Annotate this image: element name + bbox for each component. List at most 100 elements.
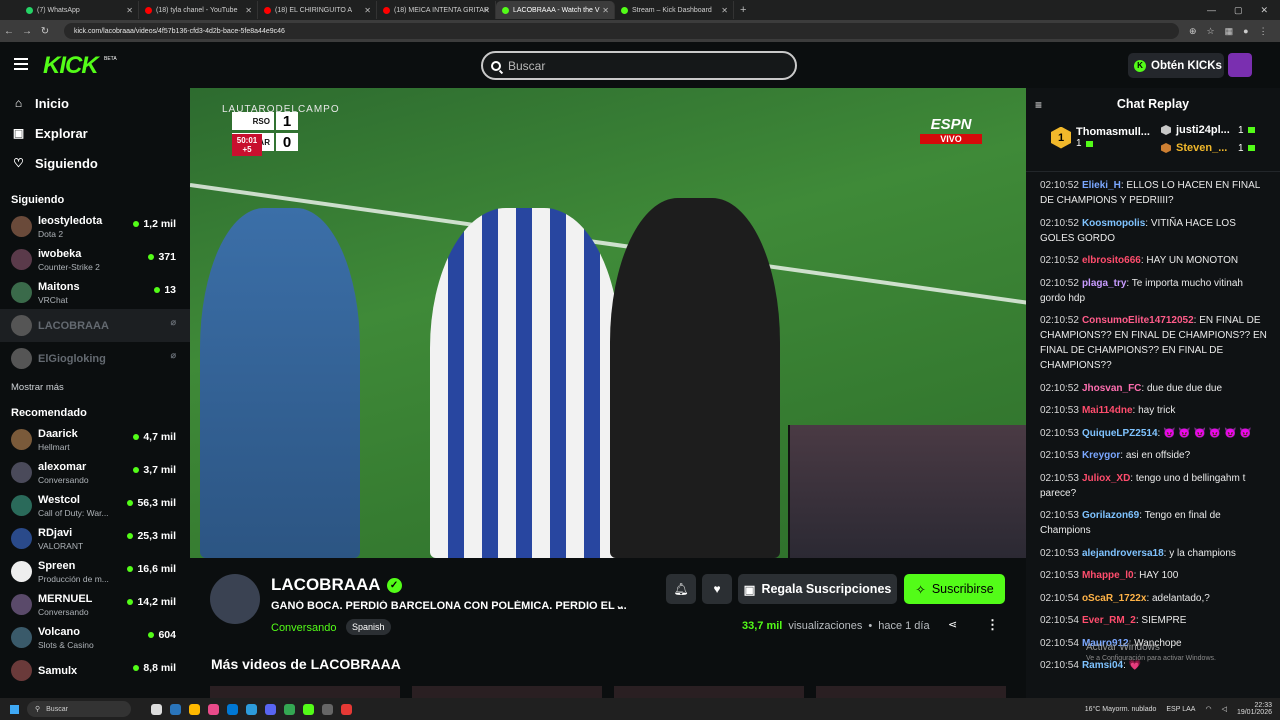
minimize-icon[interactable]: — (1207, 5, 1216, 15)
bookmark-star-icon[interactable]: ☆ (1207, 26, 1215, 37)
browser-tab[interactable]: LACOBRAAA - Watch the V ✕ (496, 1, 615, 19)
browser-tab[interactable]: (18) EL CHIRINGUITO A ✕ (258, 1, 377, 19)
channel-item[interactable]: Westcol Call of Duty: War... 56,3 mil (0, 489, 190, 522)
browser-tab[interactable]: (18) MEICA INTENTA GRITAR ✕ (377, 1, 496, 19)
collapse-chat-icon[interactable]: ≡ (1035, 98, 1042, 112)
message-user[interactable]: ConsumoElite14712052 (1082, 315, 1194, 326)
nav-item-following[interactable]: ♡ Siguiendo (12, 148, 190, 178)
browser-tab[interactable]: Stream – Kick Dashboard ✕ (615, 1, 734, 19)
nav-item-explore[interactable]: ▣ Explorar (12, 118, 190, 148)
tab-close-icon[interactable]: ✕ (483, 6, 490, 15)
back-icon[interactable]: ← (0, 26, 18, 37)
search-input[interactable]: Buscar (481, 51, 797, 80)
message-user[interactable]: Juliox_XD (1082, 473, 1130, 484)
message-user[interactable]: plaga_try (1082, 278, 1126, 289)
clock-date[interactable]: 19/01/2026 (1237, 709, 1272, 716)
subscribe-button[interactable]: ✧ Suscribirse (904, 574, 1005, 604)
channel-item[interactable]: ElGiogloking ⌀ (0, 342, 190, 375)
channel-item[interactable]: Daarick Hellmart 4,7 mil (0, 423, 190, 456)
video-player[interactable]: LAUTARODELCAMPO RSO1 BAR0 50:01 +5 ESPN … (190, 88, 1026, 558)
app-icon[interactable] (341, 703, 352, 715)
more-options-icon[interactable]: ⋮ (986, 617, 999, 633)
chrome-icon[interactable] (284, 703, 295, 715)
close-icon[interactable]: ✕ (1260, 5, 1268, 16)
volume-icon[interactable]: ◁ (1222, 705, 1227, 713)
steam-icon[interactable] (170, 703, 181, 715)
show-more-link[interactable]: Mostrar más (0, 375, 190, 399)
channel-item[interactable]: Samulx 8,8 mil (0, 654, 190, 687)
clock-time[interactable]: 22:33 (1254, 702, 1272, 709)
message-user[interactable]: Ever_RM_2 (1082, 615, 1136, 626)
url-field[interactable]: kick.com/lacobraaa/videos/4f57b136-cfd3-… (64, 23, 1179, 39)
profile-icon[interactable]: ● (1243, 26, 1248, 36)
message-user[interactable]: Kreygor (1082, 450, 1120, 461)
message-user[interactable]: Koosmopolis (1082, 218, 1145, 229)
notification-bell-button[interactable]: 🔔︎ (666, 574, 696, 604)
channel-name[interactable]: LACOBRAAA ✓ (271, 575, 402, 595)
forward-icon[interactable]: → (18, 26, 36, 37)
channel-item[interactable]: RDjavi VALORANT 25,3 mil (0, 522, 190, 555)
hamburger-menu-icon[interactable] (14, 58, 28, 70)
weather-text[interactable]: 16°C Mayorm. nublado (1085, 706, 1157, 713)
extensions-icon[interactable]: ▦ (1225, 26, 1234, 37)
channel-item[interactable]: alexomar Conversando 3,7 mil (0, 456, 190, 489)
tab-close-icon[interactable]: ✕ (364, 6, 371, 15)
channel-item[interactable]: Maitons VRChat 13 (0, 276, 190, 309)
video-thumbnail[interactable] (210, 686, 400, 698)
video-thumbnail[interactable] (614, 686, 804, 698)
message-user[interactable]: elbrosito666 (1082, 255, 1141, 266)
leader-first[interactable]: 1 Thomasmull... 1 (1051, 126, 1150, 149)
message-user[interactable]: Mai114dne (1082, 405, 1133, 416)
tab-close-icon[interactable]: ✕ (721, 6, 728, 15)
message-user[interactable]: alejandroversa18 (1082, 548, 1164, 559)
message-user[interactable]: Mhappe_l0 (1082, 570, 1134, 581)
channel-item[interactable]: Spreen Producción de m... 16,6 mil (0, 555, 190, 588)
follow-heart-button[interactable]: ♥ (702, 574, 732, 604)
video-thumbnail[interactable] (412, 686, 602, 698)
file-explorer-icon[interactable] (189, 703, 200, 715)
message-user[interactable]: QuiqueLPZ2514 (1082, 428, 1158, 439)
reload-icon[interactable]: ↻ (36, 26, 54, 37)
app-icon[interactable] (208, 703, 219, 715)
channel-item[interactable]: LACOBRAAA ⌀ (0, 309, 190, 342)
channel-item[interactable]: MERNUEL Conversando 14,2 mil (0, 588, 190, 621)
tab-close-icon[interactable]: ✕ (602, 6, 609, 15)
channel-item[interactable]: Volcano Slots & Casino 604 (0, 621, 190, 654)
category-link[interactable]: Conversando (271, 622, 336, 634)
maximize-icon[interactable]: ▢ (1234, 5, 1243, 16)
kick-logo[interactable]: KICK (43, 52, 99, 80)
user-avatar[interactable] (1228, 53, 1252, 77)
message-user[interactable]: Elieki_H (1082, 180, 1121, 191)
obs-icon[interactable] (322, 703, 333, 715)
leader-second[interactable]: justi24pl... 1 (1161, 124, 1255, 136)
share-icon[interactable]: ⋖ (948, 618, 957, 631)
windows-start-icon[interactable] (10, 704, 19, 714)
tab-close-icon[interactable]: ✕ (245, 6, 252, 15)
gift-subs-button[interactable]: ▣ Regala Suscripciones (738, 574, 897, 604)
edge-icon[interactable] (227, 703, 238, 715)
get-kicks-button[interactable]: K Obtén KICKs (1128, 53, 1224, 78)
browser-tab[interactable]: (18) tyla chanel - YouTube ✕ (139, 1, 258, 19)
task-view-icon[interactable] (151, 703, 162, 715)
menu-icon[interactable]: ⋮ (1259, 26, 1268, 37)
channel-item[interactable]: iwobeka Counter-Strike 2 371 (0, 243, 190, 276)
language-indicator[interactable]: ESP LAA (1166, 706, 1195, 713)
message-user[interactable]: Jhosvan_FC (1082, 383, 1141, 394)
wifi-icon[interactable]: ◠ (1205, 705, 1211, 713)
channel-item[interactable]: leostyledota Dota 2 1,2 mil (0, 210, 190, 243)
taskbar-search[interactable]: ⚲ Buscar (27, 701, 131, 717)
store-icon[interactable] (246, 703, 257, 715)
kick-app-icon[interactable] (303, 703, 314, 715)
discord-icon[interactable] (265, 703, 276, 715)
zoom-icon[interactable]: ⊕ (1189, 26, 1197, 37)
video-thumbnail[interactable] (816, 686, 1006, 698)
tab-close-icon[interactable]: ✕ (126, 6, 133, 15)
language-tag[interactable]: Spanish (346, 619, 391, 635)
chevron-down-icon[interactable]: ⌄ (615, 598, 625, 612)
browser-tab[interactable]: (7) WhatsApp ✕ (20, 1, 139, 19)
message-user[interactable]: Gorilazon69 (1082, 510, 1139, 521)
chat-messages[interactable]: 02:10:52 Elieki_H: ELLOS LO HACEN EN FINA… (1026, 178, 1280, 698)
channel-avatar[interactable] (210, 574, 260, 624)
new-tab-icon[interactable]: + (740, 4, 746, 16)
nav-item-home[interactable]: ⌂ Inicio (12, 88, 190, 118)
